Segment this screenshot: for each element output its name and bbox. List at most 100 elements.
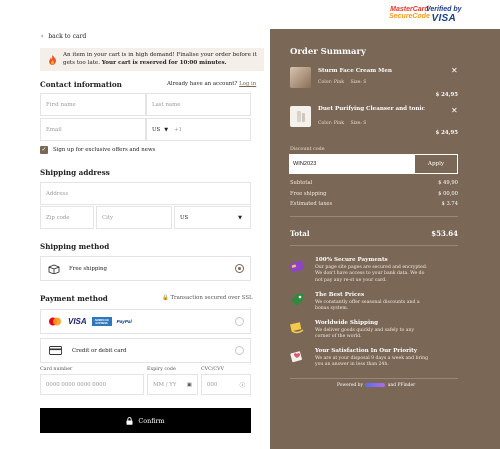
free-shipping-option[interactable]: Free shipping [40,256,251,281]
feature-desc: We constantly offer seasonal discounts a… [315,300,420,312]
package-icon [48,264,60,274]
credit-card-icon [49,346,62,355]
feature-desc: We deliver goods quickly and safely to a… [315,328,415,340]
powered-by: Powered by and PFinder [337,383,415,388]
remove-item-icon[interactable]: ✕ [451,66,458,75]
amex-icon: AMERICAN EXPRESS [91,317,112,326]
divider [290,245,458,246]
powered-suffix: and PFinder [387,383,416,388]
powered-prefix: Powered by [337,383,363,388]
country-select[interactable]: US ▼ [174,206,251,229]
product-color: Color: Pink [318,121,345,126]
product-color: Color: Pink [318,80,345,85]
ssl-note: 🔒 Transaction secured over SSL [162,295,253,301]
shipping-cost-label: Free shipping [290,191,327,197]
feature-title: The Best Prices [315,292,365,298]
phone-prefix: +1 [174,126,183,133]
best-price-icon [289,292,305,312]
zip-input[interactable]: Zip code [40,206,94,229]
expiry-label: Expiry code [147,367,176,372]
total-label: Total [290,229,310,238]
signup-checkbox[interactable]: ✓ [40,146,48,154]
total-value: $53.64 [431,229,458,238]
lock-icon [126,416,133,425]
free-shipping-label: Free shipping [69,265,107,272]
card-number-label: Card number [40,367,73,372]
ssl-text: Transaction secured over SSL [170,295,253,301]
credit-card-option[interactable]: Credit or debit card [40,338,251,363]
product-thumbnail [290,106,311,127]
login-link[interactable]: Log in [239,81,256,87]
verified-by-visa-logo: Verified by VISA [426,6,462,24]
expiry-input[interactable]: MM / YY ▣ [147,374,198,395]
expiry-placeholder: MM / YY [153,381,177,388]
back-to-card-link[interactable]: ‹ back to card [41,33,86,40]
lock-icon: 🔒 [162,295,169,301]
remove-item-icon[interactable]: ✕ [451,106,458,115]
divider [290,216,458,217]
cvc-label: CVC/CVV [201,367,225,372]
product-size: Size: S [350,121,367,126]
product-meta: Color: Pink Size: S [318,80,366,85]
order-summary-title: Order Summary [290,47,366,57]
product-name: Duet Purifying Cleanser and tonic [318,106,425,112]
address-input[interactable]: Address [40,182,251,205]
subtotal-label: Subtotal [290,180,313,186]
paypal-icon: PayPal [116,319,132,324]
credit-card-radio[interactable] [235,346,244,355]
account-prompt: Already have an account? Log in [167,81,256,87]
feature-desc: We are at your disposal 9 days a week an… [315,356,429,368]
secure-payment-icon [289,258,305,278]
cleanser-bottle-icon [297,111,305,122]
product-price: $ 24,95 [435,130,458,136]
card-brands-option[interactable]: VISA AMERICAN EXPRESS PayPal MC [40,309,251,334]
contact-title: Contact information [40,80,122,89]
chevron-left-icon: ‹ [41,33,44,40]
confirm-button[interactable]: Confirm [40,408,251,433]
demand-alert: An item in your cart is in high demand! … [40,48,264,71]
payment-method-title: Payment method [40,294,108,303]
last-name-input[interactable]: Last name [146,93,251,116]
product-meta: Color: Pink Size: S [318,121,366,126]
fire-icon [49,55,56,65]
first-name-input[interactable]: First name [40,93,146,116]
mastercard-securecode-logo: MasterCard SecureCode [389,6,430,20]
worldwide-shipping-icon [289,320,305,340]
free-shipping-radio[interactable] [235,264,244,273]
mastercard-icon [49,317,61,326]
product-price: $ 24,95 [435,92,458,98]
discount-input[interactable]: WIN2023 [289,154,414,174]
cvc-input[interactable]: 000 ⓘ [201,374,251,395]
feature-title: 100% Secure Payments [315,257,388,263]
caret-down-icon: ▼ [164,126,169,133]
back-label: back to card [48,33,87,40]
alert-bold-text: Your cart is reserved for 10:00 minutes. [101,60,227,66]
apply-button[interactable]: Apply [414,154,458,174]
taxes-value: $ 3.74 [441,201,459,207]
phone-input[interactable]: US ▼ +1 [146,118,251,141]
info-icon[interactable]: ⓘ [240,381,245,389]
country-value: US [180,214,189,221]
feature-title: Your Satisfaction In Our Priority [315,348,417,354]
feature-desc: Our page site pages are secured and encr… [315,265,428,283]
email-input[interactable]: Email [40,118,146,141]
divider [290,378,458,379]
visa-icon: VISA [68,317,87,326]
country-code[interactable]: US [152,127,160,133]
city-input[interactable]: City [96,206,172,229]
credit-card-label: Credit or debit card [72,347,127,354]
have-account-text: Already have an account? [167,81,238,87]
signup-label: Sign up for exclusive offers and news [53,147,156,153]
discount-label: Discount code [290,147,325,152]
shipping-method-title: Shipping method [40,242,110,251]
card-brands-radio[interactable] [235,317,244,326]
product-size: Size: S [350,80,367,85]
visa-text: VISA [431,13,457,24]
feature-title: Worldwide Shipping [315,320,379,326]
product-name: Sturm Face Cream Men [318,68,392,74]
card-number-input[interactable]: 0000 0000 0000 0000 [40,374,144,395]
subtotal-value: $ 49,90 [438,180,458,186]
cvc-placeholder: 000 [207,381,218,388]
securecode-text: SecureCode [389,13,430,20]
satisfaction-icon [289,348,305,368]
